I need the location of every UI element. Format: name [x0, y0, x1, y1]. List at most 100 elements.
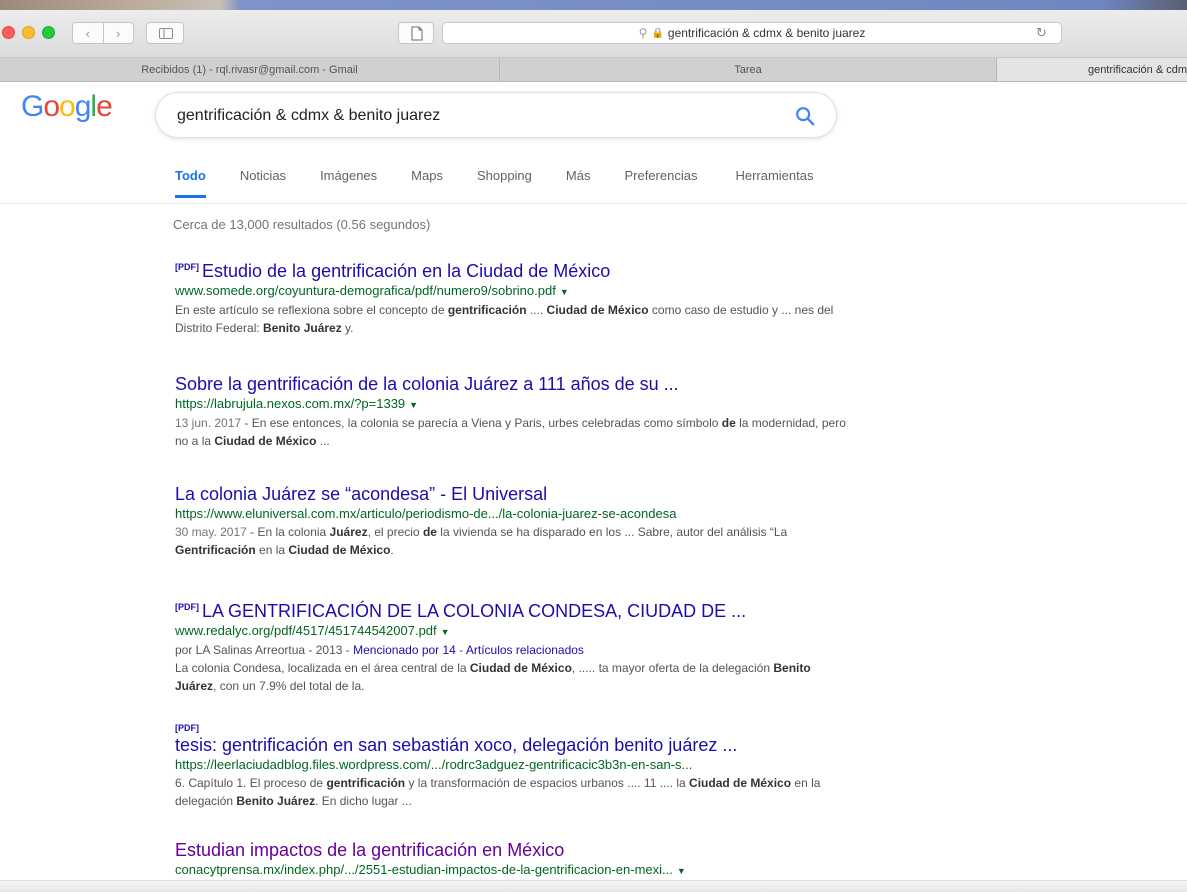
- result-meta: por LA Salinas Arreortua - 2013 - Mencio…: [175, 641, 855, 659]
- tab-label: Tarea: [734, 63, 762, 76]
- tab-google-search[interactable]: gentrificación & cdm: [997, 58, 1187, 81]
- snippet-highlight: de: [721, 416, 736, 430]
- tab-imagenes[interactable]: Imágenes: [320, 168, 377, 198]
- snippet-highlight: Benito Juárez: [263, 321, 342, 335]
- result-title: La colonia Juárez se “acondesa” - El Uni…: [175, 484, 548, 504]
- result-title-link[interactable]: [PDF] LA GENTRIFICACIÓN DE LA COLONIA CON…: [175, 596, 855, 622]
- caret-down-icon[interactable]: ▼: [409, 400, 418, 410]
- logo-letter: o: [43, 90, 60, 123]
- zoom-window-button[interactable]: [42, 26, 55, 39]
- snippet-run: 6. Capítulo 1. El proceso de: [175, 776, 327, 790]
- tab-maps[interactable]: Maps: [411, 168, 443, 198]
- search-result: La colonia Juárez se “acondesa” - El Uni…: [175, 483, 855, 559]
- snippet-run: - En la colonia: [246, 525, 330, 539]
- result-snippet: La colonia Condesa, localizada en el áre…: [175, 659, 855, 695]
- reload-icon[interactable]: ↻: [1036, 25, 1047, 41]
- pdf-tag: [PDF]: [175, 262, 199, 272]
- document-icon: [411, 26, 423, 41]
- tab-shopping[interactable]: Shopping: [477, 168, 532, 198]
- caret-down-icon[interactable]: ▼: [441, 627, 450, 637]
- snippet-run: - En ese entonces, la colonia se parecía…: [241, 416, 722, 430]
- logo-letter: e: [96, 90, 113, 123]
- result-url: https://www.eluniversal.com.mx/articulo/…: [175, 505, 855, 523]
- result-url-text: conacytprensa.mx/index.php/.../2551-estu…: [175, 862, 673, 877]
- address-bar[interactable]: ⚲ 🔒 gentrificación & cdmx & benito juare…: [442, 22, 1062, 44]
- search-result: [PDF] tesis: gentrificación en san sebas…: [175, 722, 855, 810]
- result-author-year: por LA Salinas Arreortua - 2013 -: [175, 643, 354, 657]
- google-header: Google gentrificación & cdmx & benito ju…: [0, 82, 1187, 204]
- result-url: https://labrujula.nexos.com.mx/?p=1339 ▼: [175, 395, 855, 414]
- snippet-highlight: gentrificación: [326, 776, 406, 790]
- result-date: 13 jun. 2017: [175, 416, 242, 430]
- history-nav: ‹ ›: [72, 22, 134, 44]
- window-bottom-edge: [0, 880, 1187, 892]
- related-articles-link[interactable]: Artículos relacionados: [466, 643, 584, 657]
- tab-todo[interactable]: Todo: [175, 168, 206, 198]
- search-result: Sobre la gentrificación de la colonia Ju…: [175, 373, 855, 450]
- forward-button[interactable]: ›: [102, 23, 134, 43]
- result-url-text: https://leerlaciudadblog.files.wordpress…: [175, 757, 693, 772]
- sidebar-toggle-button[interactable]: [146, 22, 184, 44]
- pdf-tag: [PDF]: [175, 723, 199, 733]
- cited-by-link[interactable]: Mencionado por 14: [353, 643, 456, 657]
- result-title-link[interactable]: [PDF] Estudio de la gentrificación en la …: [175, 256, 855, 282]
- snippet-run: , el precio: [367, 525, 423, 539]
- snippet-highlight: gentrificación: [447, 303, 527, 317]
- result-url: www.redalyc.org/pdf/4517/451744542007.pd…: [175, 622, 855, 641]
- result-url-text: www.redalyc.org/pdf/4517/451744542007.pd…: [175, 623, 437, 638]
- tab-bar: Recibidos (1) - rql.rivasr@gmail.com - G…: [0, 58, 1187, 82]
- search-icon[interactable]: [794, 105, 816, 127]
- result-title-link[interactable]: Sobre la gentrificación de la colonia Ju…: [175, 373, 855, 395]
- google-logo[interactable]: Google: [21, 90, 113, 124]
- tab-gmail[interactable]: Recibidos (1) - rql.rivasr@gmail.com - G…: [0, 58, 500, 81]
- snippet-text: - En la colonia Juárez, el precio de la …: [175, 525, 787, 557]
- result-title-link[interactable]: tesis: gentrificación en san sebastián x…: [175, 734, 855, 756]
- browser-toolbar: ‹ › ⚲ 🔒 gentrificación & cdmx & benito j…: [0, 10, 1187, 58]
- caret-down-icon[interactable]: ▼: [560, 287, 569, 297]
- snippet-run: ...: [316, 434, 330, 448]
- snippet-run: ....: [526, 303, 547, 317]
- search-input[interactable]: gentrificación & cdmx & benito juarez: [177, 107, 440, 125]
- chevron-left-icon: ‹: [85, 25, 90, 41]
- result-title: LA GENTRIFICACIÓN DE LA COLONIA CONDESA,…: [202, 601, 747, 621]
- result-snippet: 13 jun. 2017 - En ese entonces, la colon…: [175, 414, 855, 450]
- snippet-run: En este artículo se reflexiona sobre el …: [175, 303, 448, 317]
- result-snippet: En este artículo se reflexiona sobre el …: [175, 301, 855, 337]
- result-url-text: www.somede.org/coyuntura-demografica/pdf…: [175, 283, 556, 298]
- result-title-link[interactable]: Estudian impactos de la gentrificación e…: [175, 839, 855, 861]
- tab-label: gentrificación & cdm: [1087, 63, 1187, 76]
- page-menu-button[interactable]: [398, 22, 434, 44]
- back-button[interactable]: ‹: [73, 23, 103, 43]
- minimize-window-button[interactable]: [22, 26, 35, 39]
- tab-tarea[interactable]: Tarea: [500, 58, 997, 81]
- search-box[interactable]: gentrificación & cdmx & benito juarez: [155, 92, 837, 138]
- tab-preferencias[interactable]: Preferencias: [624, 168, 697, 198]
- result-date: 30 may. 2017: [175, 525, 247, 539]
- snippet-run: La colonia Condesa, localizada en el áre…: [175, 661, 470, 675]
- result-url: https://leerlaciudadblog.files.wordpress…: [175, 756, 855, 774]
- tab-mas[interactable]: Más: [566, 168, 591, 198]
- close-window-button[interactable]: [2, 26, 15, 39]
- snippet-highlight: Ciudad de México: [288, 543, 391, 557]
- tab-label: Recibidos (1) - rql.rivasr@gmail.com - G…: [141, 63, 358, 76]
- result-snippet: 30 may. 2017 - En la colonia Juárez, el …: [175, 523, 855, 559]
- caret-down-icon[interactable]: ▼: [677, 866, 686, 876]
- result-title: Estudian impactos de la gentrificación e…: [175, 840, 565, 860]
- search-result: Estudian impactos de la gentrificación e…: [175, 839, 855, 880]
- snippet-run: y la transformación de espacios urbanos …: [405, 776, 690, 790]
- snippet-highlight: Benito Juárez: [236, 794, 316, 808]
- snippet-highlight: de: [422, 525, 437, 539]
- search-result: [PDF] Estudio de la gentrificación en la …: [175, 256, 855, 337]
- snippet-highlight: Ciudad de México: [469, 661, 572, 675]
- search-tabs: Todo Noticias Imágenes Maps Shopping Más…: [175, 168, 847, 198]
- tab-noticias[interactable]: Noticias: [240, 168, 286, 198]
- result-title: Sobre la gentrificación de la colonia Ju…: [175, 374, 679, 394]
- result-url-text: https://www.eluniversal.com.mx/articulo/…: [175, 506, 677, 521]
- result-snippet: 6. Capítulo 1. El proceso de gentrificac…: [175, 774, 855, 810]
- result-stats: Cerca de 13,000 resultados (0.56 segundo…: [173, 217, 431, 232]
- result-url: conacytprensa.mx/index.php/.../2551-estu…: [175, 861, 855, 880]
- snippet-highlight: Juárez: [329, 525, 368, 539]
- tab-herramientas[interactable]: Herramientas: [735, 168, 813, 198]
- chevron-right-icon: ›: [116, 25, 121, 41]
- result-title-link[interactable]: La colonia Juárez se “acondesa” - El Uni…: [175, 483, 855, 505]
